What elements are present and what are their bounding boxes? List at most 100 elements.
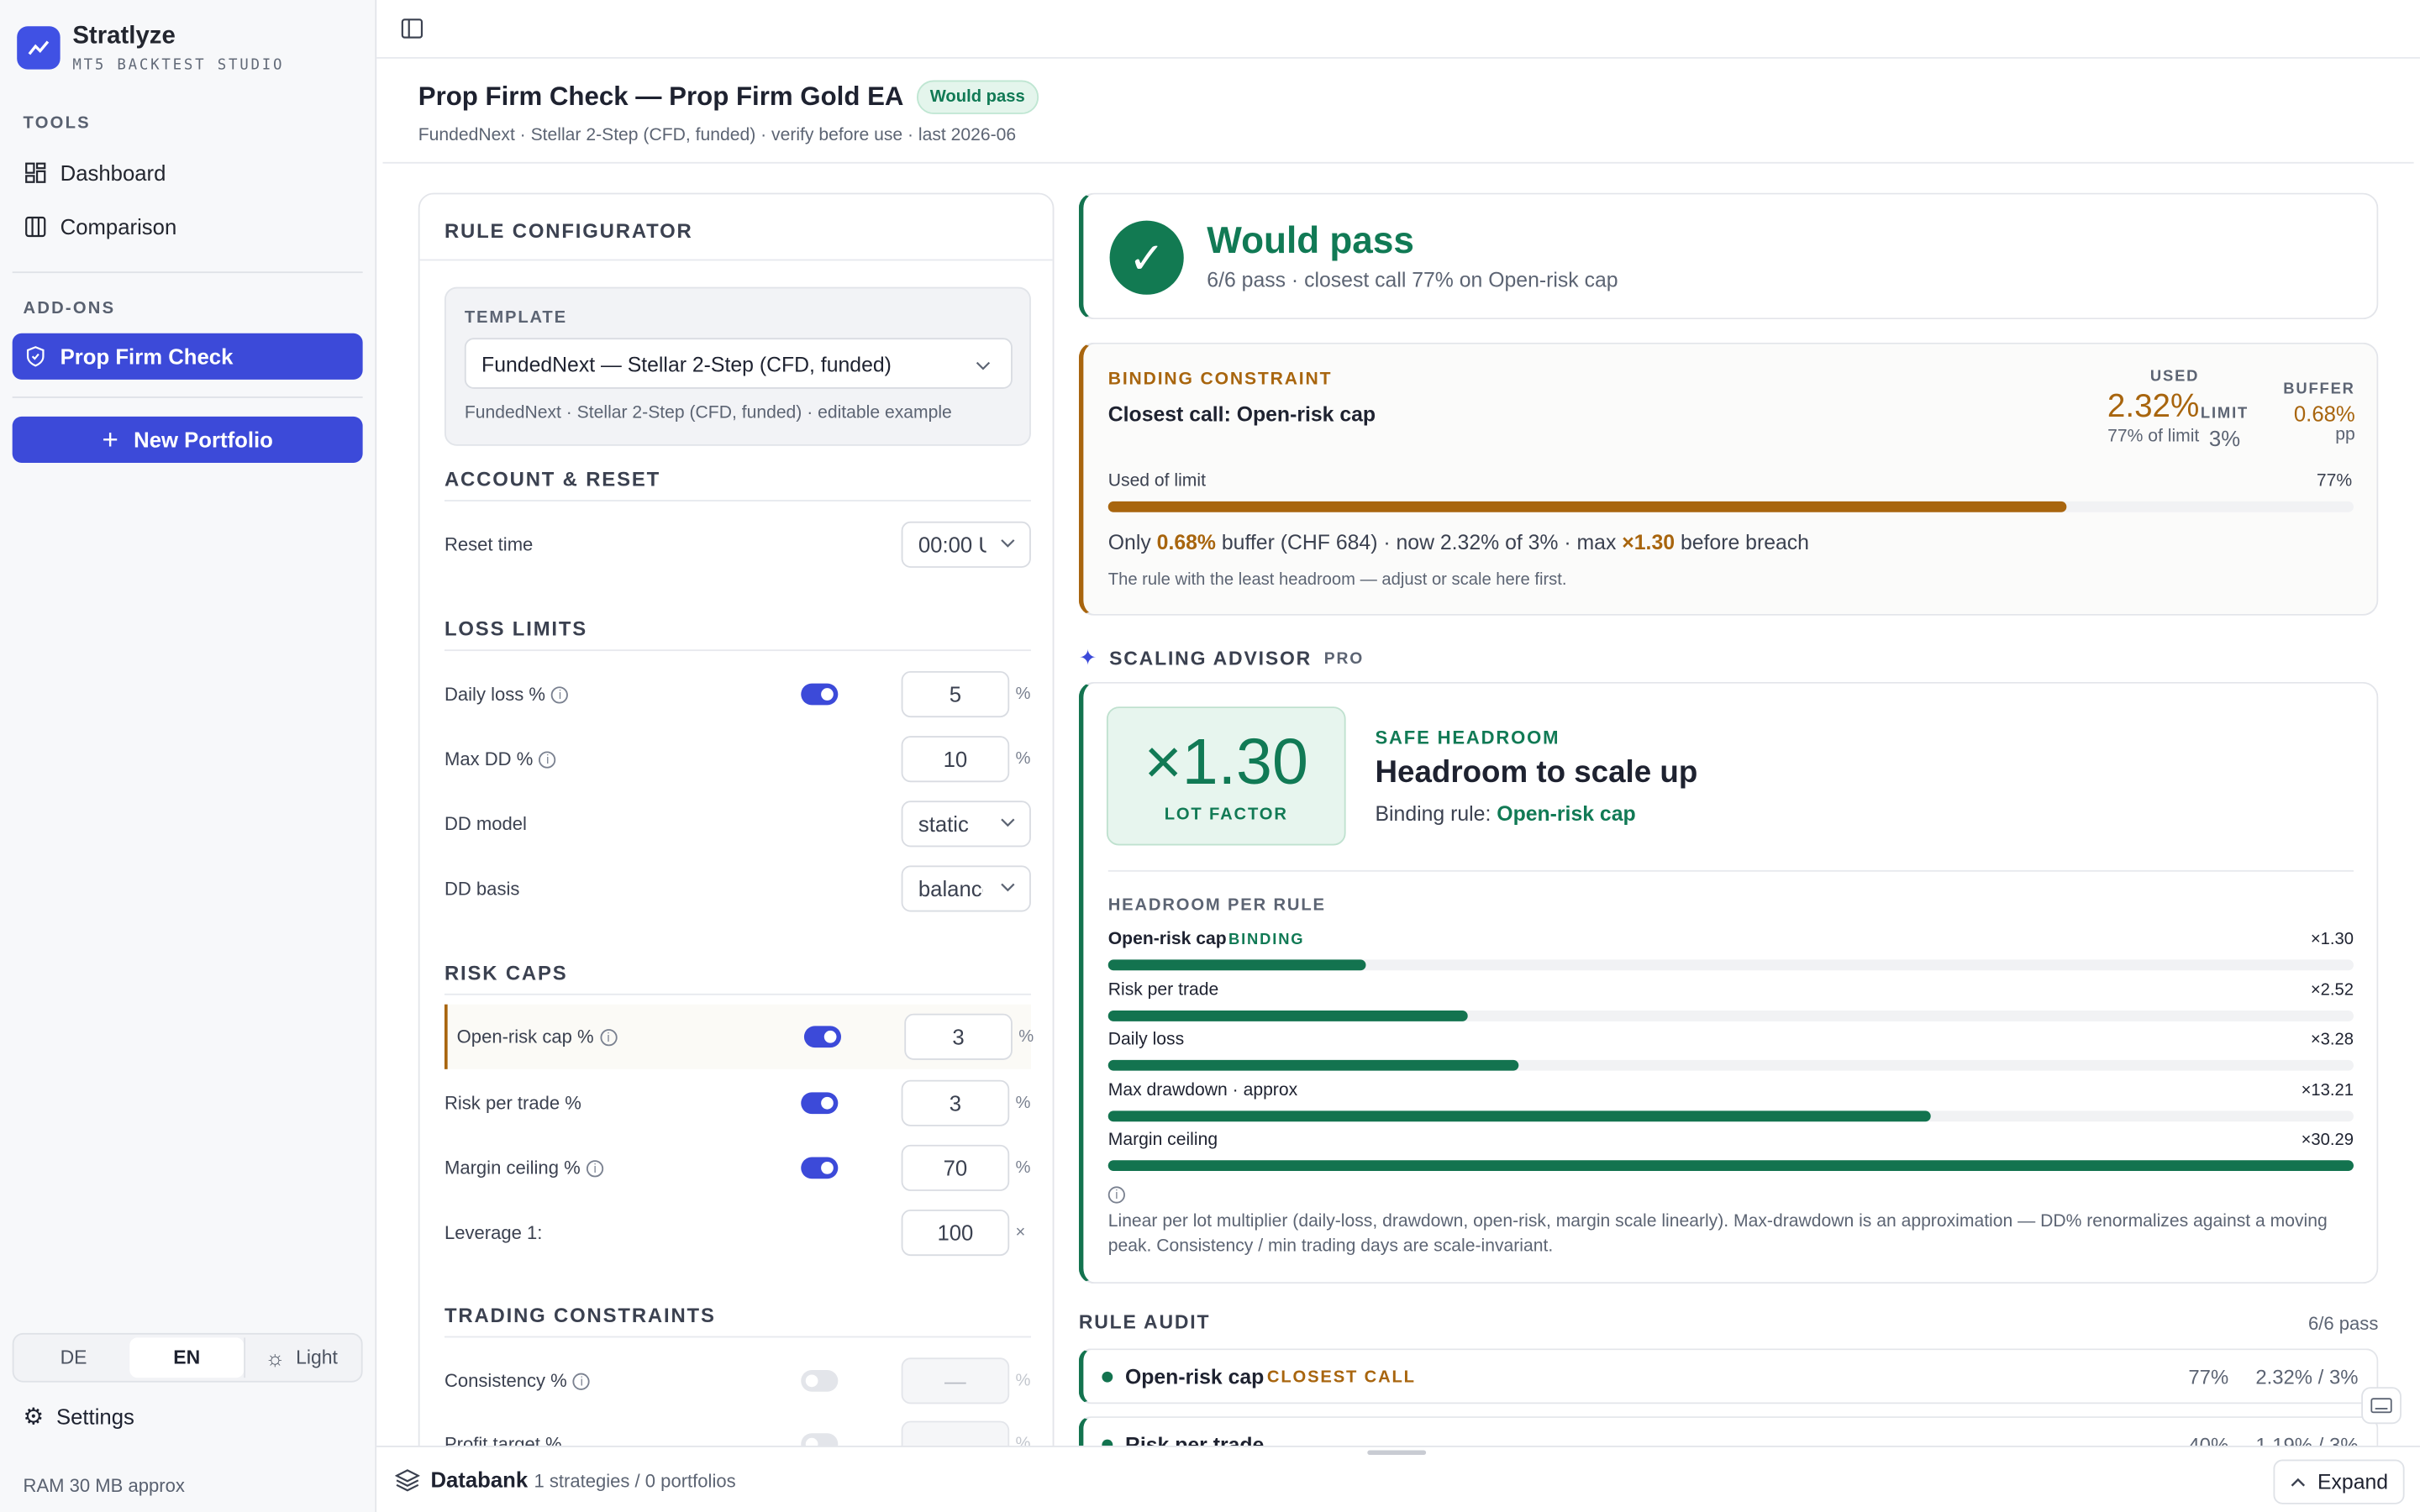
leverage-input[interactable]: 100	[901, 1209, 1010, 1257]
limit-label: LIMIT	[2200, 406, 2249, 423]
settings-label: Settings	[55, 1404, 134, 1429]
unit-label: %	[1015, 749, 1031, 769]
status-dot	[1102, 1371, 1113, 1383]
unit-label: ×	[1015, 1223, 1026, 1242]
audit-row[interactable]: Open-risk cap CLOSEST CALL 77% 2.32% / 3…	[1078, 1348, 2379, 1404]
lang-de-button[interactable]: DE	[17, 1337, 130, 1378]
headroom-bar-track	[1107, 1110, 2354, 1122]
addons-section-label: ADD-ONS	[23, 299, 116, 318]
headroom-bar-track	[1107, 1160, 2354, 1172]
used-of-limit-pct: 77%	[2316, 472, 2353, 491]
sun-icon: ☼	[265, 1345, 286, 1370]
brand-logo[interactable]	[17, 26, 60, 70]
divider	[12, 271, 363, 274]
dd-basis-select[interactable]: balance	[901, 865, 1031, 912]
chevron-up-icon	[2290, 1477, 2305, 1486]
consistency-toggle[interactable]	[801, 1369, 839, 1392]
chevron-down-icon	[1001, 818, 1015, 827]
buffer-unit: pp	[2335, 425, 2355, 444]
info-icon[interactable]: i	[539, 750, 556, 768]
keyboard-icon[interactable]	[2361, 1387, 2402, 1425]
headroom-rule-row: Max drawdown · approx ×13.21	[1107, 1081, 2354, 1128]
sidebar-item-dashboard[interactable]: Dashboard	[13, 150, 363, 196]
margin-ceiling-toggle[interactable]	[801, 1157, 839, 1179]
dd-basis-row: DD basis balance	[445, 864, 1031, 914]
risk-per-trade-label: Risk per trade %	[444, 1092, 581, 1115]
configurator-title: RULE CONFIGURATOR	[419, 194, 1053, 261]
used-sub: 77% of limit	[2107, 427, 2200, 446]
expand-button[interactable]: Expand	[2273, 1459, 2405, 1504]
reset-time-row: Reset time 00:00 UTC	[445, 520, 1031, 570]
headroom-rule-value: ×13.21	[2301, 1081, 2354, 1100]
lot-factor-box: ×1.30 LOT FACTOR	[1106, 706, 1346, 846]
reset-time-select[interactable]: 00:00 UTC	[901, 521, 1031, 568]
sidebar-item-prop-firm-check[interactable]: Prop Firm Check	[12, 333, 363, 380]
daily-loss-input[interactable]: 5	[901, 670, 1010, 718]
rule-audit-count: 6/6 pass	[2308, 1313, 2379, 1335]
theme-toggle[interactable]: ☼ Light	[243, 1337, 359, 1378]
headroom-bar-track	[1107, 1059, 2354, 1071]
settings-button[interactable]: ⚙ Settings	[24, 1403, 134, 1430]
sidebar-item-label: Comparison	[60, 214, 177, 239]
per-rule-title: HEADROOM PER RULE	[1107, 896, 1326, 916]
headroom-rule-value: ×2.52	[2310, 981, 2354, 1000]
info-icon[interactable]: i	[1107, 1186, 1125, 1204]
audit-row[interactable]: Risk per trade 40% 1.19% / 3%	[1078, 1416, 2379, 1446]
used-of-limit-bar	[1107, 501, 2067, 512]
databank-title: Databank	[430, 1467, 529, 1493]
margin-ceiling-input[interactable]: 70	[901, 1144, 1010, 1191]
sidebar-item-label: Dashboard	[60, 160, 166, 186]
daily-loss-row: Daily loss % i 5 %	[445, 669, 1031, 719]
lot-factor-value: ×1.30	[1144, 725, 1308, 798]
open-risk-input[interactable]: 3	[904, 1013, 1013, 1060]
status-dot	[1102, 1439, 1113, 1446]
daily-loss-toggle[interactable]	[801, 683, 839, 706]
divider	[1107, 869, 2354, 872]
loss-section-title: LOSS LIMITS	[444, 617, 1031, 652]
check-icon: ✓	[1109, 220, 1184, 295]
sidebar-item-comparison[interactable]: Comparison	[13, 203, 363, 249]
headroom-bar	[1107, 959, 1366, 971]
sidebar-toggle-icon[interactable]	[401, 18, 424, 46]
trend-icon	[28, 40, 50, 55]
info-icon[interactable]: i	[573, 1372, 591, 1389]
max-dd-input[interactable]: 10	[901, 736, 1010, 783]
binding-tag: BINDING	[1228, 932, 1305, 949]
databank-subtitle: 1 strategies / 0 portfolios	[534, 1470, 736, 1493]
binding-constraint-card: BINDING CONSTRAINT Closest call: Open-ri…	[1078, 342, 2379, 616]
lang-en-button[interactable]: EN	[129, 1337, 244, 1378]
dd-model-select[interactable]: static	[901, 801, 1031, 848]
buffer-value: 0.68%	[2293, 401, 2355, 426]
risk-section-title: RISK CAPS	[444, 961, 1031, 995]
audit-rule-name: Open-risk cap	[1124, 1365, 1265, 1389]
layers-icon	[394, 1467, 421, 1500]
resize-handle[interactable]	[1367, 1450, 1427, 1456]
binding-note: The rule with the least headroom — adjus…	[1107, 570, 1567, 590]
new-portfolio-button[interactable]: + New Portfolio	[12, 416, 363, 464]
info-icon[interactable]: i	[599, 1028, 618, 1046]
shield-icon	[24, 345, 46, 367]
used-of-limit-track	[1107, 501, 2354, 512]
theme-label: Light	[296, 1347, 338, 1369]
info-icon[interactable]: i	[587, 1159, 604, 1177]
headroom-rule-value: ×3.28	[2310, 1030, 2354, 1049]
info-icon[interactable]: i	[551, 685, 569, 703]
dd-basis-value: balance	[918, 876, 983, 901]
brand-name: Stratlyze	[72, 23, 176, 50]
limit-value: 3%	[2208, 425, 2241, 451]
open-risk-toggle[interactable]	[803, 1026, 842, 1048]
risk-per-trade-toggle[interactable]	[801, 1092, 839, 1115]
unit-label: %	[1015, 685, 1031, 704]
summary-suffix: before breach	[1680, 530, 1809, 554]
risk-per-trade-input[interactable]: 3	[901, 1079, 1010, 1126]
topbar	[376, 0, 2420, 59]
headroom-bar	[1107, 1110, 1931, 1122]
risk-per-trade-row: Risk per trade % 3 %	[445, 1079, 1031, 1128]
page-header: Prop Firm Check — Prop Firm Gold EA Woul…	[418, 80, 1039, 145]
dd-model-label: DD model	[444, 812, 527, 835]
template-select[interactable]: FundedNext — Stellar 2-Step (CFD, funded…	[464, 338, 1013, 389]
binding-title: Closest call: Open-risk cap	[1107, 402, 1376, 426]
divider	[12, 396, 363, 398]
consistency-input[interactable]: —	[901, 1357, 1010, 1404]
template-value: FundedNext — Stellar 2-Step (CFD, funded…	[481, 353, 892, 377]
